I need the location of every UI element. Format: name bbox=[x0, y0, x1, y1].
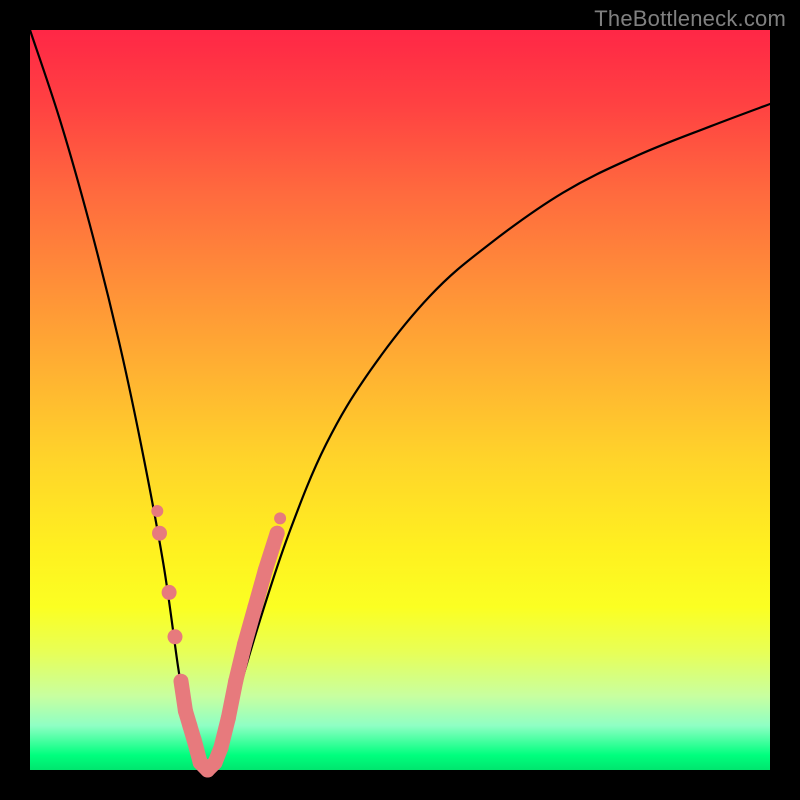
marker-dot bbox=[152, 526, 167, 541]
marker-dot bbox=[274, 512, 286, 524]
marker-dot bbox=[162, 585, 177, 600]
bottleneck-curve bbox=[30, 30, 770, 772]
curve-markers bbox=[151, 505, 286, 781]
curve-path bbox=[30, 30, 770, 772]
marker-dot bbox=[270, 526, 285, 541]
marker-dot bbox=[151, 505, 163, 517]
marker-dot bbox=[168, 629, 183, 644]
watermark-text: TheBottleneck.com bbox=[594, 6, 786, 32]
plot-area bbox=[30, 30, 770, 770]
chart-frame: TheBottleneck.com bbox=[0, 0, 800, 800]
chart-svg bbox=[30, 30, 770, 770]
